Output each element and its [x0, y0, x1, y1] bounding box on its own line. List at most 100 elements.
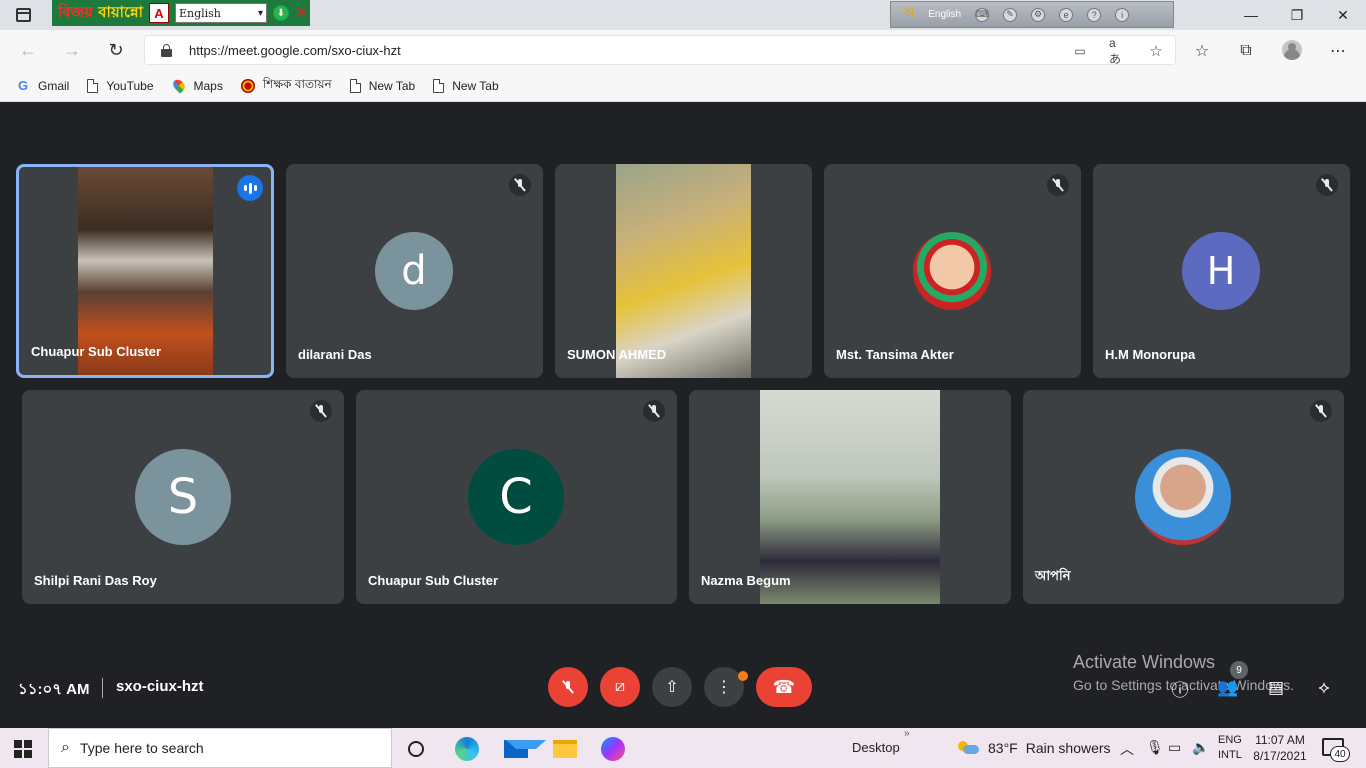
cortana-button[interactable] [403, 736, 429, 762]
mic-off-icon [1310, 400, 1332, 422]
browser-toolbar: ← → ↻ https://meet.google.com/sxo-ciux-h… [0, 30, 1366, 70]
mic-off-icon [509, 174, 531, 196]
keyboard-icon[interactable]: ⌨ [975, 7, 990, 22]
refresh-button[interactable]: ↻ [104, 38, 128, 62]
mail-taskbar-button[interactable] [503, 736, 546, 762]
settings-icon[interactable]: ⚙ [1031, 7, 1046, 22]
taskbar-search[interactable]: ⌕ Type here to search [48, 728, 392, 768]
chevron-right-icon[interactable]: » [904, 728, 910, 739]
participant-avatar: H [1182, 232, 1260, 310]
lock-icon[interactable] [161, 44, 172, 57]
activities-button[interactable]: ⟡ [1312, 677, 1336, 699]
meeting-details-button[interactable]: ⓘ [1168, 677, 1192, 700]
ime-language-label[interactable]: English [928, 9, 961, 20]
participant-name: SUMON AHMED [567, 347, 667, 362]
divider [102, 678, 103, 698]
back-button[interactable]: ← [16, 38, 40, 62]
meeting-time: ১১:০৭ AM [18, 681, 90, 698]
present-screen-button[interactable]: ⇧ [652, 667, 692, 707]
show-everyone-button[interactable]: 👥 [1216, 677, 1240, 699]
participant-tile[interactable]: Chuapur Sub Cluster [16, 164, 274, 378]
start-button[interactable] [14, 740, 32, 758]
more-menu-icon[interactable]: ⋯ [1326, 40, 1350, 62]
mic-off-icon [643, 400, 665, 422]
profile-avatar[interactable] [1282, 40, 1302, 60]
download-icon[interactable]: ⬇ [272, 5, 289, 21]
participant-name: আপনি [1035, 568, 1071, 583]
participant-name: Nazma Begum [701, 573, 791, 588]
messenger-icon [601, 737, 625, 761]
activities-icon: ⟡ [1318, 678, 1330, 697]
bookmark-new-tab-2[interactable]: New Tab [433, 78, 499, 93]
microphone-tray-icon[interactable]: 🎙 [1146, 739, 1164, 756]
address-bar[interactable]: https://meet.google.com/sxo-ciux-hzt ▭ a… [144, 35, 1176, 66]
bookmark-shikkhok-batayon[interactable]: শিক্ষক বাতায়ন [240, 76, 332, 96]
battery-tray-icon[interactable]: ▭ [1168, 739, 1181, 756]
edge-icon [455, 737, 479, 761]
participant-name: Shilpi Rani Das Roy [34, 573, 157, 588]
bookmark-gmail[interactable]: G Gmail [16, 78, 69, 93]
participant-tile[interactable]: SUMON AHMED [555, 164, 812, 378]
minimize-button[interactable]: — [1228, 0, 1274, 30]
camera-icon[interactable]: ▭ [1071, 42, 1089, 60]
page-icon [433, 78, 445, 93]
chat-button[interactable]: ▤ [1264, 677, 1288, 699]
bijoy-language-value: English [178, 6, 221, 20]
maps-pin-icon [170, 77, 187, 94]
bijoy-language-select[interactable]: English ▾ [174, 3, 267, 23]
read-aloud-icon[interactable]: aあ [1109, 36, 1127, 66]
ime-toolbar: অ English ⌨ ✎ ⚙ e ? i [890, 1, 1174, 28]
toggle-camera-button[interactable]: ⧄ [600, 667, 640, 707]
close-window-button[interactable]: ✕ [1320, 0, 1366, 30]
participant-name: dilarani Das [298, 347, 372, 362]
search-icon: ⌕ [61, 739, 70, 756]
adobe-icon[interactable]: A [148, 3, 169, 23]
notification-count-badge: 40 [1330, 746, 1350, 762]
bookmark-new-tab-1[interactable]: New Tab [349, 78, 415, 93]
url-text[interactable]: https://meet.google.com/sxo-ciux-hzt [189, 43, 401, 58]
chat-icon: ▤ [1267, 678, 1285, 697]
bookmark-maps[interactable]: Maps [170, 77, 223, 94]
add-favorite-icon[interactable]: ☆ [1147, 42, 1165, 60]
tab-actions-icon[interactable] [16, 8, 31, 22]
taskbar-clock[interactable]: 11:07 AM 8/17/2021 [1252, 732, 1308, 764]
restore-button[interactable]: ❐ [1274, 0, 1320, 30]
toggle-mic-button[interactable] [548, 667, 588, 707]
participant-tile[interactable]: Nazma Begum [689, 390, 1011, 604]
collections-icon[interactable]: ⧉ [1234, 40, 1258, 62]
desktop-toolbar-label[interactable]: Desktop [852, 740, 900, 755]
help-icon[interactable]: ? [1087, 7, 1102, 22]
messenger-taskbar-button[interactable] [600, 736, 626, 762]
file-explorer-taskbar-button[interactable] [552, 736, 578, 762]
participant-tile[interactable]: আপনি [1023, 390, 1344, 604]
more-vertical-icon: ⋮ [716, 679, 732, 696]
favorites-icon[interactable]: ☆ [1190, 40, 1214, 62]
volume-tray-icon[interactable]: 🔈 [1192, 739, 1209, 756]
leave-call-button[interactable]: ☎ [756, 667, 812, 707]
bijoy-close-icon[interactable]: ✕ [295, 3, 308, 23]
participant-tile[interactable]: S Shilpi Rani Das Roy [22, 390, 344, 604]
participant-photo [913, 232, 991, 310]
participant-tile[interactable]: H H.M Monorupa [1093, 164, 1350, 378]
mic-off-icon [562, 680, 574, 694]
bangla-input-icon[interactable]: অ [903, 4, 914, 25]
people-count-badge: 9 [1230, 661, 1248, 679]
participant-tile[interactable]: d dilarani Das [286, 164, 543, 378]
pen-icon[interactable]: ✎ [1003, 7, 1018, 22]
show-hidden-icons-button[interactable]: ︿ [1120, 739, 1134, 759]
input-language-indicator[interactable]: ENG INTL [1218, 733, 1242, 763]
bookmark-youtube[interactable]: YouTube [87, 78, 154, 93]
folder-icon [553, 740, 577, 758]
edge-taskbar-button[interactable] [454, 736, 480, 762]
page-icon [349, 78, 361, 93]
cortana-icon [408, 741, 424, 757]
participant-tile[interactable]: C Chuapur Sub Cluster [356, 390, 677, 604]
ie-icon[interactable]: e [1059, 7, 1074, 22]
info-icon[interactable]: i [1115, 7, 1130, 22]
weather-widget[interactable]: 83°F Rain showers [958, 740, 1111, 756]
participant-tile[interactable]: Mst. Tansima Akter [824, 164, 1081, 378]
chevron-down-icon: ▾ [257, 7, 263, 19]
windows-logo-icon [14, 740, 22, 748]
forward-button[interactable]: → [60, 38, 84, 62]
participant-video [760, 390, 940, 604]
